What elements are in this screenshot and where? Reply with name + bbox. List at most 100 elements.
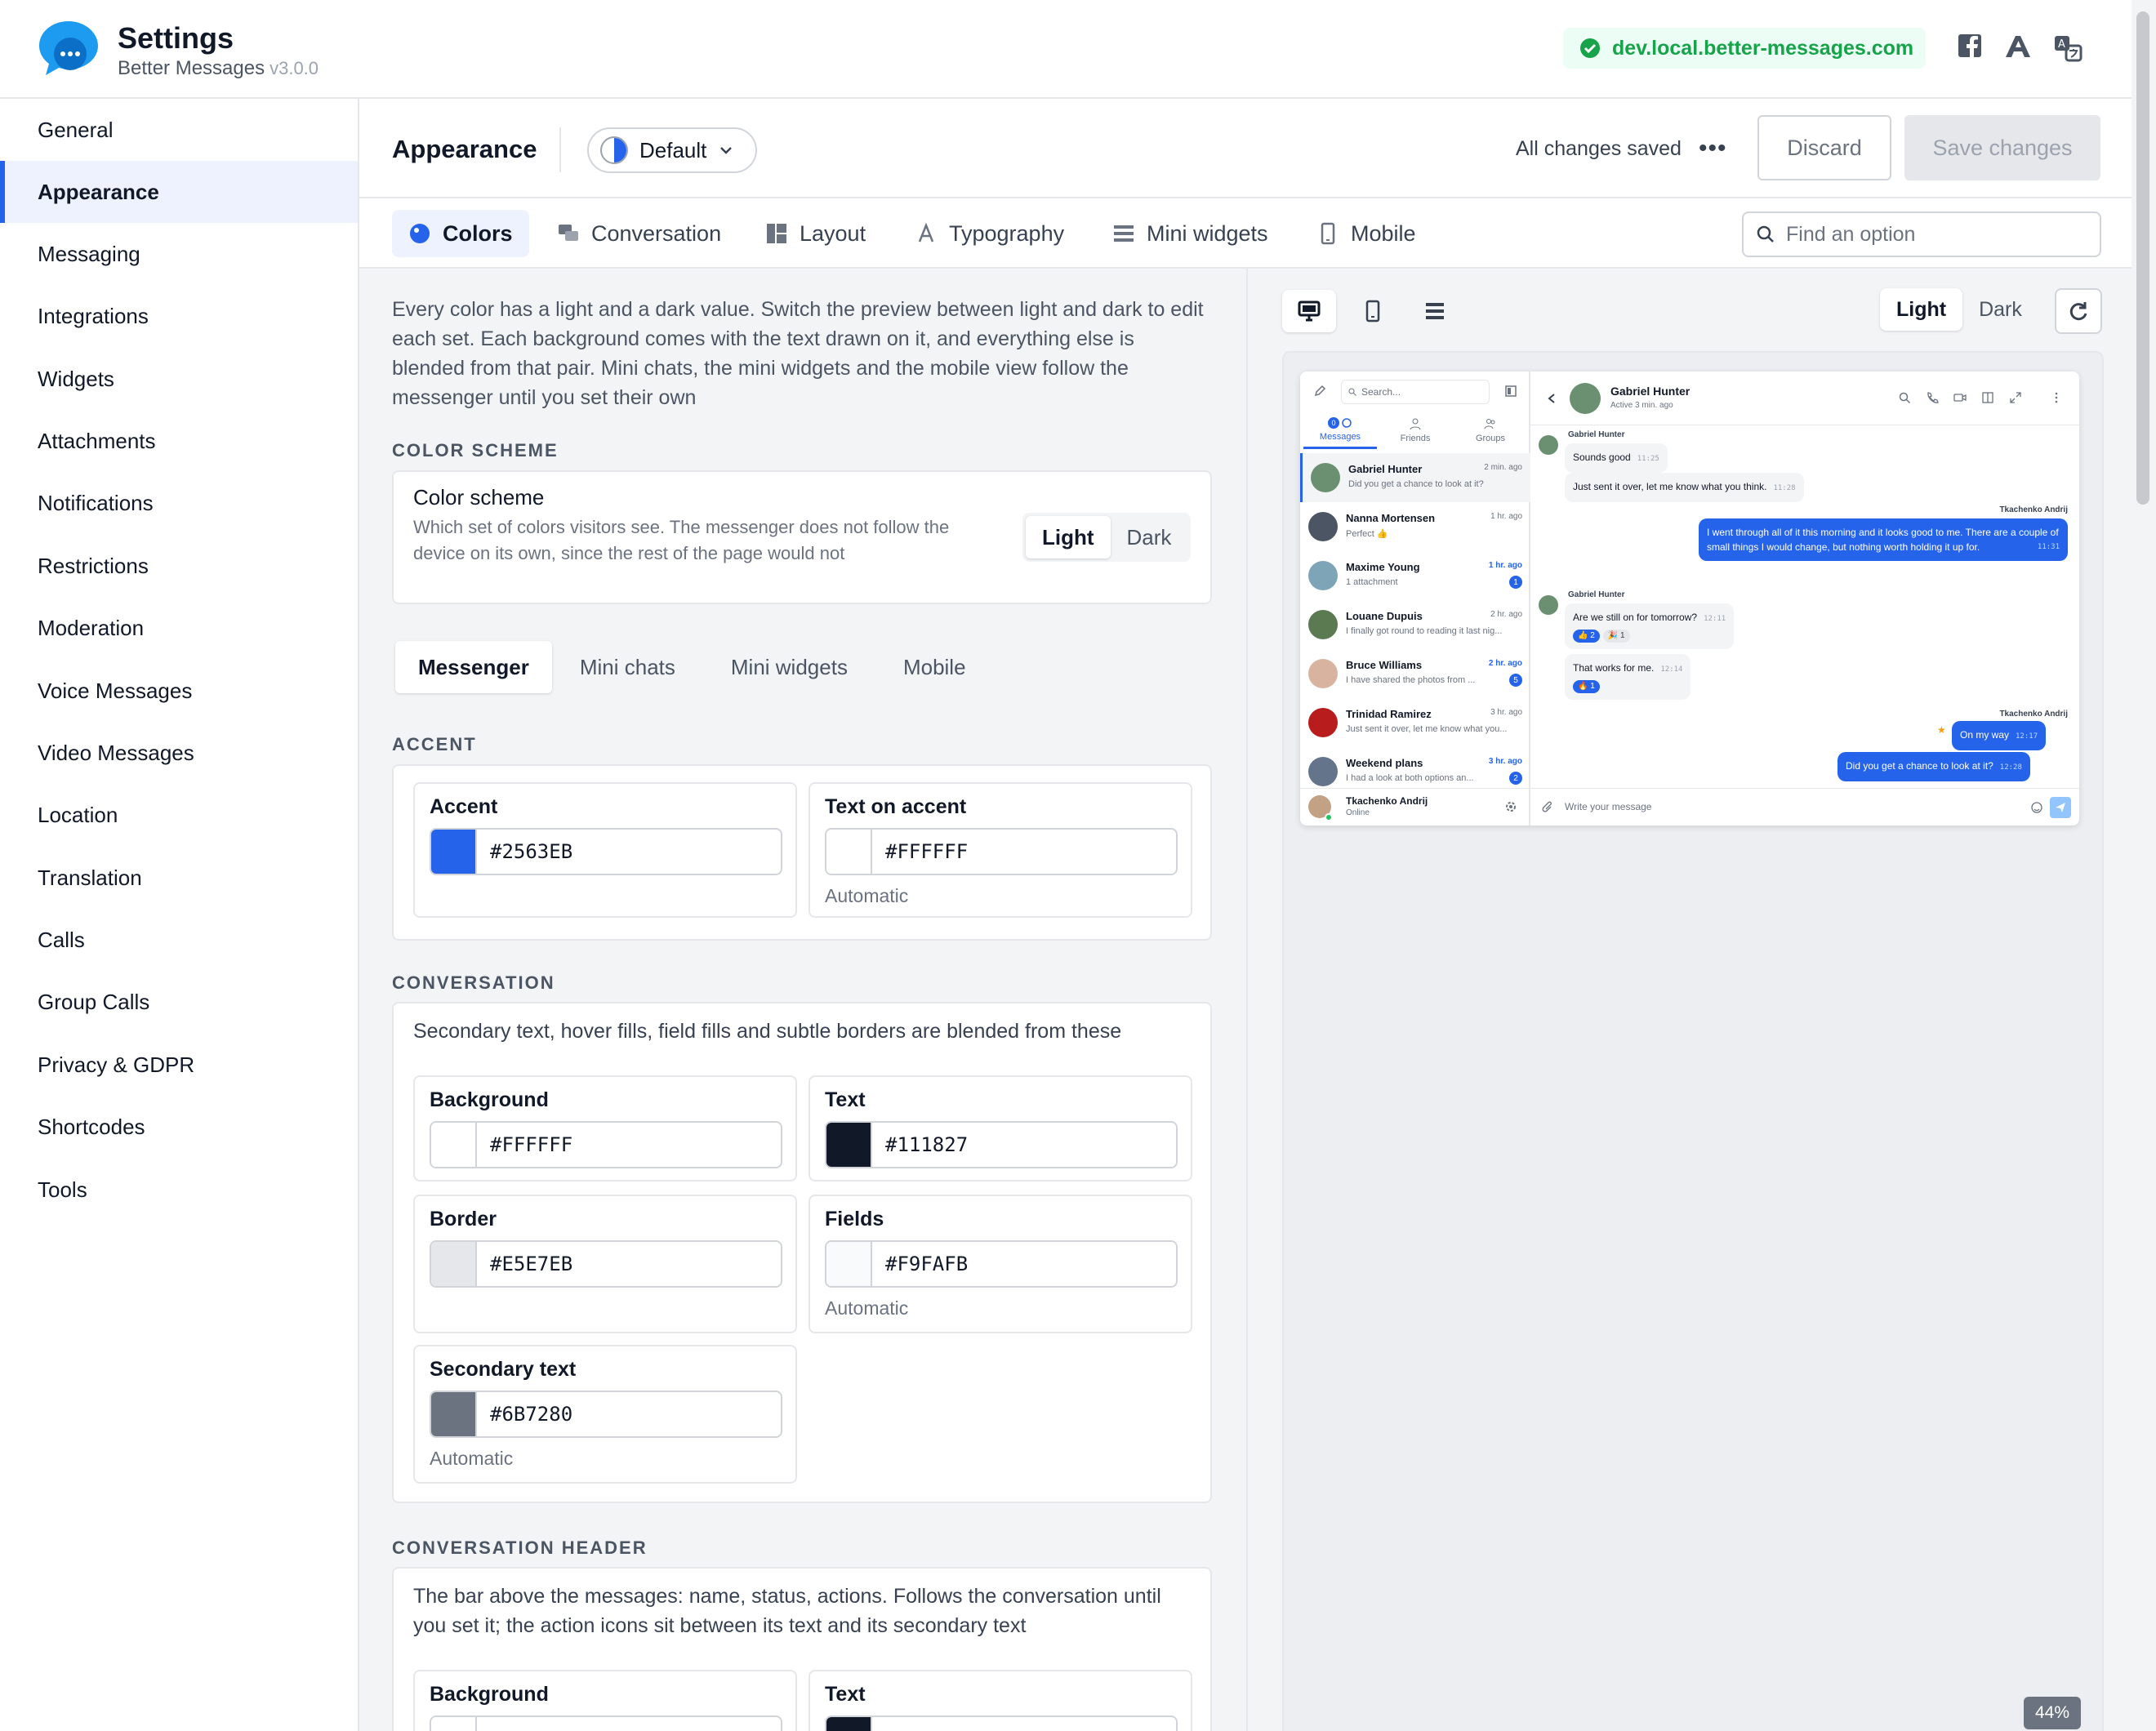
thread-row[interactable]: Maxime Young 1 hr. ago 1 attachment 1 — [1300, 551, 1530, 600]
sidebar-item-video-messages[interactable]: Video Messages — [0, 722, 358, 784]
header-text-swatch[interactable] — [826, 1717, 872, 1731]
save-changes-button[interactable]: Save changes — [1904, 115, 2100, 180]
translate-icon[interactable]: A — [2053, 33, 2082, 62]
header-background-swatch[interactable] — [431, 1717, 477, 1731]
compose-placeholder[interactable]: Write your message — [1565, 801, 1651, 812]
header-background-input[interactable]: #FFFFFF — [430, 1715, 782, 1731]
text-swatch[interactable] — [826, 1123, 872, 1167]
conversation-text-input[interactable]: #111827 — [825, 1121, 1178, 1168]
send-button[interactable] — [2050, 797, 2071, 818]
scope-tab-mobile[interactable]: Mobile — [875, 641, 994, 693]
scheme-option-dark[interactable]: Dark — [1111, 516, 1188, 558]
sidebar-item-calls[interactable]: Calls — [0, 909, 358, 971]
tab-layout[interactable]: Layout — [749, 210, 882, 257]
reaction-chip[interactable]: 🎉 1 — [1602, 630, 1630, 643]
conversation-fields-input[interactable]: #F9FAFB — [825, 1240, 1178, 1288]
thread-row[interactable]: Gabriel Hunter 2 min. ago Did you get a ch… — [1300, 453, 1530, 502]
tab-mobile[interactable]: Mobile — [1300, 210, 1432, 257]
accent-color-swatch[interactable] — [431, 830, 477, 874]
facebook-icon[interactable] — [1957, 33, 1986, 62]
message-bubble[interactable]: That works for me. 12:14 🔥 1 — [1565, 654, 1691, 700]
more-vertical-icon[interactable] — [2050, 391, 2063, 404]
sidebar-item-voice-messages[interactable]: Voice Messages — [0, 660, 358, 722]
reaction-chip[interactable]: 🔥 1 — [1573, 680, 1600, 693]
message-bubble[interactable]: Just sent it over, let me know what you … — [1565, 473, 1804, 502]
header-text-input[interactable]: #111827 — [825, 1715, 1178, 1731]
thread-row[interactable]: Bruce Williams 2 hr. ago I have shared the… — [1300, 649, 1530, 698]
tab-colors[interactable]: Colors — [392, 210, 529, 257]
message-bubble[interactable]: Sounds good 11:25 — [1565, 443, 1668, 473]
sidebar-item-group-calls[interactable]: Group Calls — [0, 971, 358, 1033]
find-option-input[interactable]: Find an option — [1742, 211, 2101, 257]
sidebar-item-tools[interactable]: Tools — [0, 1159, 358, 1221]
video-call-icon[interactable] — [1953, 391, 1967, 404]
compose-icon[interactable] — [1313, 385, 1326, 398]
emoji-icon[interactable] — [2030, 801, 2043, 814]
secondary-text-input[interactable]: #6B7280 — [430, 1391, 782, 1438]
sidebar-item-privacy-gdpr[interactable]: Privacy & GDPR — [0, 1034, 358, 1096]
thread-row[interactable]: Nanna Mortensen 1 hr. ago Perfect 👍 — [1300, 502, 1530, 551]
sidebar-item-notifications[interactable]: Notifications — [0, 472, 358, 534]
sidebar-toggle-icon[interactable] — [1504, 385, 1517, 398]
tab-mini-widgets[interactable]: Mini widgets — [1096, 210, 1285, 257]
thread-name: Nanna Mortensen — [1346, 512, 1436, 524]
chevron-left-icon[interactable] — [1547, 393, 1557, 404]
preview-mode-dark[interactable]: Dark — [1962, 288, 2038, 331]
reaction-chip[interactable]: 👍 2 — [1573, 630, 1600, 643]
refresh-preview-button[interactable] — [2055, 288, 2102, 334]
thread-name: Bruce Williams — [1346, 659, 1423, 671]
sidebar-item-location[interactable]: Location — [0, 784, 358, 846]
conversation-background-input[interactable]: #FFFFFF — [430, 1121, 782, 1168]
preview-mobile-button[interactable] — [1346, 290, 1400, 332]
text-on-accent-swatch[interactable] — [826, 830, 872, 874]
gear-icon[interactable] — [1504, 800, 1517, 813]
mini-tab-friends[interactable]: Friends — [1379, 417, 1452, 443]
panel-icon[interactable] — [1981, 391, 1994, 404]
tab-typography[interactable]: Typography — [898, 210, 1080, 257]
sidebar-item-shortcodes[interactable]: Shortcodes — [0, 1096, 358, 1158]
mini-tab-groups[interactable]: Groups — [1454, 417, 1527, 443]
sidebar-item-integrations[interactable]: Integrations — [0, 285, 358, 347]
fields-swatch[interactable] — [826, 1242, 872, 1286]
sidebar-item-restrictions[interactable]: Restrictions — [0, 535, 358, 597]
mini-tab-messages[interactable]: 0 Messages — [1303, 417, 1377, 442]
text-on-accent-input[interactable]: #FFFFFF — [825, 828, 1178, 875]
message-bubble[interactable]: Are we still on for tomorrow? 12:11 👍 2 🎉 … — [1565, 603, 1735, 649]
thread-row[interactable]: Louane Dupuis 2 hr. ago I finally got roun… — [1300, 600, 1530, 649]
sidebar-item-attachments[interactable]: Attachments — [0, 410, 358, 472]
site-status-badge[interactable]: dev.local.better-messages.com — [1563, 28, 1926, 69]
sidebar-item-widgets[interactable]: Widgets — [0, 348, 358, 410]
sidebar-item-general[interactable]: General — [0, 99, 358, 161]
preview-mode-light[interactable]: Light — [1880, 288, 1963, 331]
paperclip-icon[interactable] — [1542, 801, 1553, 814]
preview-desktop-button[interactable] — [1282, 290, 1336, 332]
conversation-border-input[interactable]: #E5E7EB — [430, 1240, 782, 1288]
background-swatch[interactable] — [431, 1123, 477, 1167]
scrollbar-thumb[interactable] — [2136, 11, 2149, 505]
message-bubble[interactable]: Did you get a chance to look at it? 12:28 — [1838, 752, 2030, 781]
sidebar-item-moderation[interactable]: Moderation — [0, 597, 358, 659]
expand-icon[interactable] — [2009, 391, 2022, 404]
scope-tab-mini-chats[interactable]: Mini chats — [552, 641, 703, 693]
sidebar-item-translation[interactable]: Translation — [0, 847, 358, 909]
secondary-text-swatch[interactable] — [431, 1392, 477, 1436]
theme-preset-select[interactable]: Default — [587, 127, 757, 173]
scope-tab-messenger[interactable]: Messenger — [395, 641, 552, 693]
border-swatch[interactable] — [431, 1242, 477, 1286]
font-icon[interactable] — [2002, 33, 2032, 62]
search-icon[interactable] — [1898, 391, 1911, 404]
scope-tab-mini-widgets[interactable]: Mini widgets — [703, 641, 875, 693]
thread-row[interactable]: Trinidad Ramirez 3 hr. ago Just sent it ov… — [1300, 698, 1530, 747]
tab-conversation[interactable]: Conversation — [541, 210, 737, 257]
scheme-option-light[interactable]: Light — [1026, 516, 1111, 558]
thread-search-input[interactable]: Search... — [1341, 380, 1490, 404]
phone-call-icon[interactable] — [1926, 391, 1939, 404]
accent-color-input[interactable]: #2563EB — [430, 828, 782, 875]
more-options-button[interactable]: ••• — [1699, 135, 1731, 164]
sidebar-item-appearance[interactable]: Appearance — [0, 161, 358, 223]
discard-button[interactable]: Discard — [1757, 115, 1891, 180]
sidebar-item-messaging[interactable]: Messaging — [0, 223, 358, 285]
preview-widgets-button[interactable] — [1408, 290, 1462, 332]
message-bubble[interactable]: I went through all of it this morning an… — [1699, 518, 2068, 561]
message-bubble[interactable]: On my way 12:17 — [1952, 721, 2047, 750]
